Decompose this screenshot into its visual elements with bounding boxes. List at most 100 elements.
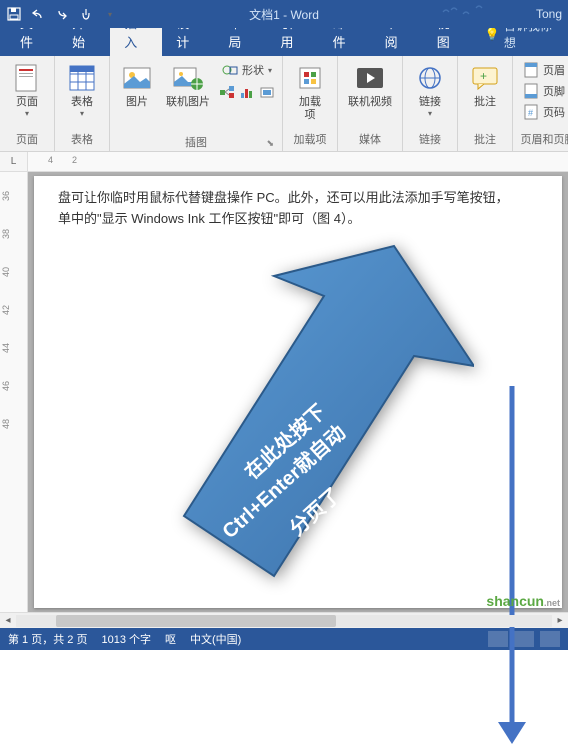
ruler-area: L 4 2	[0, 152, 568, 172]
video-icon	[354, 62, 386, 94]
ruler-mark: 42	[1, 305, 11, 315]
online-pictures-label: 联机图片	[166, 96, 210, 109]
chart-icon[interactable]	[238, 83, 256, 101]
video-label: 联机视频	[348, 96, 392, 109]
screenshot-icon[interactable]	[258, 83, 276, 101]
save-icon[interactable]	[6, 6, 22, 22]
shapes-icon	[222, 62, 238, 78]
annotation-arrow-shape: 在此处按下 Ctrl+Enter就自动 分页了	[154, 236, 474, 616]
user-name[interactable]: Tong	[536, 7, 562, 21]
word-count[interactable]: 1013 个字	[101, 631, 151, 647]
ruler-mark: 44	[1, 343, 11, 353]
quick-access-toolbar: ▾	[6, 6, 118, 22]
ruler-mark: 2	[72, 155, 77, 165]
pictures-button[interactable]: 图片	[116, 60, 158, 109]
group-media-label: 媒体	[344, 129, 396, 149]
watermark-text: shancun	[486, 593, 544, 609]
ruler-corner[interactable]: L	[0, 152, 28, 171]
header-button[interactable]: 页眉 ▾	[519, 60, 568, 80]
group-pages-label: 页面	[6, 129, 48, 149]
watermark-suffix: .net	[544, 598, 560, 608]
scroll-thumb[interactable]	[56, 615, 336, 627]
language-status[interactable]: 中文(中国)	[190, 631, 241, 647]
document-area: 36 38 40 42 44 46 48 盘可让你临时用鼠标代替键盘操作 PC。…	[0, 172, 568, 612]
addins-button[interactable]: 加载 项	[289, 60, 331, 122]
touch-mode-icon[interactable]	[78, 6, 94, 22]
page-number-button[interactable]: #页码 ▾	[519, 102, 568, 122]
group-links: 链接 ▾ 链接	[403, 56, 458, 151]
addins-icon	[294, 62, 326, 94]
illustration-small-buttons: 形状 ▾	[218, 60, 276, 101]
group-pages: 页面 ▾ 页面	[0, 56, 55, 151]
page-number-icon: #	[523, 104, 539, 120]
addins-label: 加载 项	[299, 96, 321, 122]
links-button[interactable]: 链接 ▾	[409, 60, 451, 118]
group-addins-label: 加载项	[289, 129, 331, 149]
group-tables: 表格 ▾ 表格	[55, 56, 110, 151]
group-header-footer: 页眉 ▾ 页脚 ▾ #页码 ▾ 页眉和页脚	[513, 56, 568, 151]
table-icon	[66, 62, 98, 94]
horizontal-ruler[interactable]: 4 2	[28, 152, 568, 171]
group-tables-label: 表格	[61, 129, 103, 149]
header-icon	[523, 62, 539, 78]
online-pictures-button[interactable]: 联机图片	[162, 60, 214, 109]
redo-icon[interactable]	[54, 6, 70, 22]
ruler-mark: 46	[1, 381, 11, 391]
undo-icon[interactable]	[30, 6, 46, 22]
scroll-left-icon[interactable]: ◂	[0, 615, 16, 626]
title-bar: ▾ 文档1 - Word Tong	[0, 0, 568, 28]
pages-label: 页面	[16, 96, 38, 109]
bulb-icon: 💡	[485, 27, 500, 41]
document-text-line[interactable]: 单中的"显示 Windows Ink 工作区按钮"即可（图 4）。	[58, 209, 538, 230]
table-label: 表格	[71, 96, 93, 109]
footer-label: 页脚	[543, 83, 565, 99]
scroll-track[interactable]	[16, 615, 552, 627]
ruler-mark: 4	[48, 155, 53, 165]
ruler-mark: 40	[1, 267, 11, 277]
vertical-ruler[interactable]: 36 38 40 42 44 46 48	[0, 172, 28, 612]
chevron-down-icon: ▾	[268, 66, 272, 75]
watermark: shancun.net	[486, 593, 560, 609]
pictures-label: 图片	[126, 96, 148, 109]
shapes-button[interactable]: 形状 ▾	[218, 60, 276, 80]
smartart-icon[interactable]	[218, 83, 236, 101]
online-video-button[interactable]: 联机视频	[344, 60, 396, 109]
chevron-down-icon: ▾	[428, 109, 432, 118]
page-icon	[11, 62, 43, 94]
web-layout-icon[interactable]	[540, 631, 560, 647]
decorative-birds	[438, 2, 498, 29]
svg-text:+: +	[480, 69, 487, 83]
down-arrow-shape	[492, 386, 532, 751]
chevron-down-icon: ▾	[25, 109, 29, 118]
group-media: 联机视频 媒体	[338, 56, 403, 151]
group-links-label: 链接	[409, 129, 451, 149]
window-title: 文档1 - Word	[249, 6, 319, 23]
footer-icon	[523, 83, 539, 99]
page-count[interactable]: 第 1 页，共 2 页	[8, 631, 87, 647]
ribbon-tabs: 文件 开始 插入 设计 布局 引用 邮件 审阅 视图 💡告诉我你想	[0, 28, 568, 56]
group-comments-label: 批注	[464, 129, 506, 149]
scroll-right-icon[interactable]: ▸	[552, 615, 568, 626]
proofing-status[interactable]: 呕	[165, 631, 176, 647]
comment-icon: +	[469, 62, 501, 94]
ribbon: 页面 ▾ 页面 表格 ▾ 表格 图片 联机图片 形状	[0, 56, 568, 152]
pages-button[interactable]: 页面 ▾	[6, 60, 48, 118]
ruler-mark: 36	[1, 191, 11, 201]
online-pictures-icon	[172, 62, 204, 94]
group-illustrations: 图片 联机图片 形状 ▾ 插图 ⬊	[110, 56, 283, 151]
document-page[interactable]: 盘可让你临时用鼠标代替键盘操作 PC。此外，还可以用此法添加手写笔按钮， 单中的…	[34, 176, 562, 608]
document-text-line[interactable]: 盘可让你临时用鼠标代替键盘操作 PC。此外，还可以用此法添加手写笔按钮，	[58, 188, 538, 209]
horizontal-scrollbar[interactable]: ◂ ▸	[0, 612, 568, 628]
comment-button[interactable]: + 批注	[464, 60, 506, 109]
links-label: 链接	[419, 96, 441, 109]
page-number-label: 页码	[543, 104, 565, 120]
link-icon	[414, 62, 446, 94]
group-addins: 加载 项 加载项	[283, 56, 338, 151]
group-comments: + 批注 批注	[458, 56, 513, 151]
footer-button[interactable]: 页脚 ▾	[519, 81, 568, 101]
comment-label: 批注	[474, 96, 496, 109]
table-button[interactable]: 表格 ▾	[61, 60, 103, 118]
dialog-launcher-icon[interactable]: ⬊	[116, 138, 274, 149]
qat-customize-icon[interactable]: ▾	[102, 6, 118, 22]
status-bar: 第 1 页，共 2 页 1013 个字 呕 中文(中国)	[0, 628, 568, 650]
